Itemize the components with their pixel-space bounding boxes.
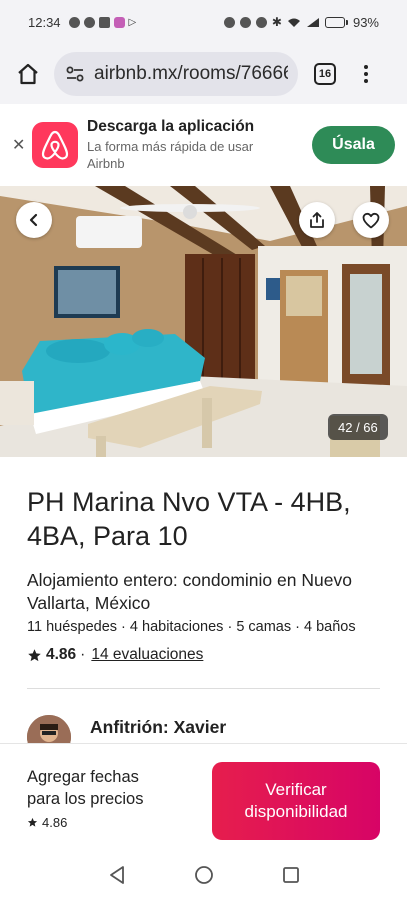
nav-recents-icon[interactable] (282, 866, 300, 884)
address-bar[interactable]: airbnb.mx/rooms/76666 (54, 52, 298, 96)
footer-rating: 4.86 (27, 815, 167, 830)
system-nav-bar (0, 849, 407, 900)
banner-subtitle: La forma más rápida de usar Airbnb (87, 139, 254, 171)
nfc-icon (223, 16, 235, 28)
airbnb-logo-icon (41, 130, 69, 160)
listing-type: Alojamiento entero: condominio en Nuevo … (27, 570, 352, 613)
share-icon (310, 212, 324, 228)
share-button[interactable] (299, 202, 335, 238)
reviews-link[interactable]: 14 evaluaciones (91, 646, 203, 664)
footer-rating-value: 4.86 (42, 815, 68, 830)
host-avatar[interactable] (27, 715, 71, 743)
host-section[interactable]: Anfitrión: Xavier (27, 715, 380, 743)
location-icon (68, 16, 80, 28)
star-icon (28, 648, 41, 661)
battery-icon (324, 16, 348, 28)
play-icon: ▷ (128, 16, 137, 28)
photo-counter: 42 / 66 (328, 414, 388, 440)
browser-menu-button[interactable] (362, 65, 370, 83)
airbnb-app-icon (32, 122, 78, 168)
data-saver-icon (239, 16, 251, 28)
app-download-banner: ✕ Descarga la aplicación La forma más rá… (0, 104, 407, 186)
signal-icon (306, 17, 319, 27)
site-settings-icon[interactable] (64, 63, 86, 85)
listing-details-section: PH Marina Nvo VTA - 4HB, 4BA, Para 10 Al… (0, 457, 407, 743)
rating-separator: · (80, 646, 86, 663)
url-text: airbnb.mx/rooms/76666 (94, 63, 288, 84)
mail-icon (98, 16, 110, 28)
check-availability-button[interactable]: Verificar disponibilidad (212, 762, 380, 840)
host-photo (27, 715, 71, 743)
add-dates-prompt[interactable]: Agregar fechas para los precios (27, 766, 167, 810)
tab-switcher-button[interactable]: 16 (314, 63, 336, 85)
nav-home-icon[interactable] (194, 865, 214, 885)
rating-summary: 4.86 · 14 evaluaciones (27, 646, 380, 664)
booking-footer: Agregar fechas para los precios 4.86 Ver… (0, 743, 407, 849)
status-time: 12:34 (28, 14, 61, 30)
status-bar: 12:34 ▷ ✱ 93% (0, 0, 407, 44)
listing-title: PH Marina Nvo VTA - 4HB, 4BA, Para 10 (27, 487, 351, 551)
notification-icons: ▷ (68, 16, 137, 28)
system-icons: ✱ 93% (223, 14, 379, 30)
wifi-icon (287, 18, 300, 27)
listing-photo-gallery[interactable]: 42 / 66 (0, 186, 407, 457)
alarm-icon (255, 16, 267, 28)
heart-icon (362, 212, 380, 228)
messenger-icon (83, 16, 95, 28)
banner-title: Descarga la aplicación (87, 118, 255, 135)
back-button[interactable] (16, 202, 52, 238)
home-button[interactable] (12, 58, 44, 90)
browser-toolbar: airbnb.mx/rooms/76666 16 (0, 44, 407, 104)
save-favorite-button[interactable] (353, 202, 389, 238)
close-icon[interactable]: ✕ (12, 135, 26, 155)
bluetooth-icon: ✱ (271, 15, 282, 29)
battery-percent: 93% (352, 14, 379, 30)
chevron-left-icon (29, 213, 38, 227)
open-app-button[interactable]: Úsala (312, 126, 395, 164)
rating-value: 4.86 (46, 646, 77, 663)
listing-capacity: 11 huéspedes · 4 habitaciones · 5 camas … (27, 619, 356, 635)
home-icon (18, 63, 38, 85)
host-name: Anfitrión: Xavier (90, 717, 227, 737)
section-divider (27, 688, 380, 689)
star-icon (27, 817, 38, 827)
app-icon (113, 16, 125, 28)
nav-back-icon[interactable] (108, 865, 126, 885)
